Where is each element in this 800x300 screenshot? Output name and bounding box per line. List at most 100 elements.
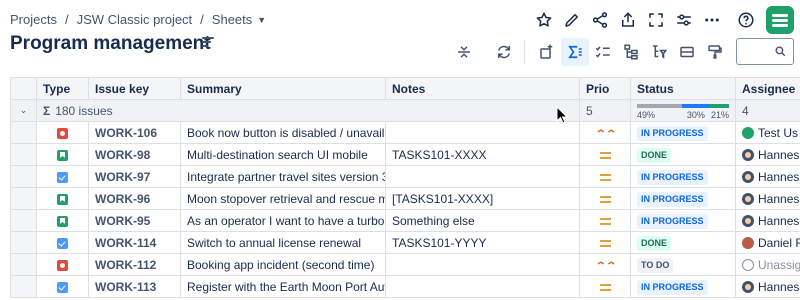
issue-key[interactable]: WORK-95 <box>88 209 181 232</box>
notes-cell[interactable]: TASKS101-YYYY <box>385 231 580 254</box>
fullscreen-icon[interactable] <box>642 6 670 34</box>
type-cell[interactable] <box>36 187 89 210</box>
breadcrumb-projects[interactable]: Projects <box>10 12 57 27</box>
summary-cell[interactable]: Book now button is disabled / unavaila <box>180 121 386 144</box>
column-header-issue-key[interactable]: Issue key <box>88 77 181 100</box>
type-cell[interactable] <box>36 165 89 188</box>
assignee-cell[interactable]: Test Us <box>735 121 800 144</box>
summary-cell[interactable]: As an operator I want to have a turbo <box>180 209 386 232</box>
prio-cell[interactable] <box>579 165 631 188</box>
notes-cell[interactable] <box>385 121 580 144</box>
hierarchy-icon[interactable] <box>617 38 645 66</box>
checklist-icon[interactable] <box>589 38 617 66</box>
summary-cell[interactable]: Register with the Earth Moon Port Aut <box>180 275 386 298</box>
app-logo-icon[interactable] <box>766 6 794 34</box>
export-icon[interactable] <box>614 6 642 34</box>
table-row[interactable]: WORK-98 Multi-destination search UI mobil… <box>10 143 800 166</box>
column-header-status[interactable]: Status <box>630 77 736 100</box>
breadcrumb-project[interactable]: JSW Classic project <box>77 12 193 27</box>
type-cell[interactable] <box>36 231 89 254</box>
notes-cell[interactable]: [TASKS101-XXXX] <box>385 187 580 210</box>
prio-cell[interactable] <box>579 187 631 210</box>
status-cell[interactable]: IN PROGRESS <box>630 165 736 188</box>
status-cell[interactable]: DONE <box>630 143 736 166</box>
row-gutter[interactable] <box>10 143 37 166</box>
notes-cell[interactable] <box>385 275 580 298</box>
help-icon[interactable] <box>732 6 760 34</box>
assignee-cell[interactable]: Hannes <box>735 165 800 188</box>
chevron-down-icon[interactable]: ⌄ <box>10 99 37 122</box>
table-row[interactable]: WORK-96 Moon stopover retrieval and rescu… <box>10 187 800 210</box>
notes-cell[interactable]: TASKS101-XXXX <box>385 143 580 166</box>
collapse-rows-icon[interactable] <box>450 38 478 66</box>
row-gutter[interactable] <box>10 165 37 188</box>
rows-icon[interactable] <box>673 38 701 66</box>
sum-icon[interactable] <box>561 38 589 66</box>
breadcrumb-sheets[interactable]: Sheets <box>212 12 252 27</box>
search-input[interactable] <box>736 38 794 65</box>
type-cell[interactable] <box>36 143 89 166</box>
hierarchy-filter-icon[interactable] <box>645 38 673 66</box>
group-row[interactable]: ⌄ Σ 180 issues 5 49% 30% 21% 4 <box>10 99 800 122</box>
title-menu-icon[interactable] <box>202 37 214 49</box>
column-header-assignee[interactable]: Assignee <box>735 77 800 100</box>
settings-sliders-icon[interactable] <box>670 6 698 34</box>
table-row[interactable]: WORK-106 Book now button is disabled / un… <box>10 121 800 144</box>
edit-icon[interactable] <box>558 6 586 34</box>
assignee-cell[interactable]: Hannes <box>735 209 800 232</box>
summary-cell[interactable]: Integrate partner travel sites version 3 <box>180 165 386 188</box>
chevron-down-icon[interactable]: ▼ <box>257 15 266 25</box>
issue-key[interactable]: WORK-114 <box>88 231 181 254</box>
column-header-type[interactable]: Type <box>36 77 89 100</box>
status-cell[interactable]: DONE <box>630 231 736 254</box>
share-icon[interactable] <box>586 6 614 34</box>
status-cell[interactable]: IN PROGRESS <box>630 187 736 210</box>
format-painter-icon[interactable] <box>701 38 729 66</box>
summary-cell[interactable]: Multi-destination search UI mobile <box>180 143 386 166</box>
prio-cell[interactable]: ⌃⌃ <box>579 253 631 276</box>
type-cell[interactable] <box>36 209 89 232</box>
status-cell[interactable]: IN PROGRESS <box>630 209 736 232</box>
star-icon[interactable] <box>530 6 558 34</box>
issue-key[interactable]: WORK-96 <box>88 187 181 210</box>
row-gutter[interactable] <box>10 275 37 298</box>
more-icon[interactable] <box>698 6 726 34</box>
column-header-notes[interactable]: Notes <box>385 77 580 100</box>
summary-cell[interactable]: Moon stopover retrieval and rescue mi <box>180 187 386 210</box>
table-row[interactable]: WORK-113 Register with the Earth Moon Por… <box>10 275 800 298</box>
prio-cell[interactable] <box>579 275 631 298</box>
prio-cell[interactable] <box>579 231 631 254</box>
prio-cell[interactable] <box>579 143 631 166</box>
issue-key[interactable]: WORK-113 <box>88 275 181 298</box>
status-cell[interactable]: TO DO <box>630 253 736 276</box>
summary-cell[interactable]: Booking app incident (second time) <box>180 253 386 276</box>
row-gutter[interactable] <box>10 231 37 254</box>
notes-cell[interactable]: Something else <box>385 209 580 232</box>
issue-key[interactable]: WORK-97 <box>88 165 181 188</box>
type-cell[interactable] <box>36 121 89 144</box>
assignee-cell[interactable]: Daniel F <box>735 231 800 254</box>
table-row[interactable]: WORK-97 Integrate partner travel sites ve… <box>10 165 800 188</box>
notes-cell[interactable] <box>385 165 580 188</box>
column-header-prio[interactable]: Prio <box>579 77 631 100</box>
status-cell[interactable]: IN PROGRESS <box>630 121 736 144</box>
table-row[interactable]: WORK-95 As an operator I want to have a t… <box>10 209 800 232</box>
prio-cell[interactable]: ⌃⌃ <box>579 121 631 144</box>
row-gutter[interactable] <box>10 121 37 144</box>
assignee-cell[interactable]: Unassig <box>735 253 800 276</box>
prio-cell[interactable] <box>579 209 631 232</box>
assignee-cell[interactable]: Hannes <box>735 187 800 210</box>
table-row[interactable]: WORK-114 Switch to annual license renewal… <box>10 231 800 254</box>
issue-key[interactable]: WORK-112 <box>88 253 181 276</box>
assignee-cell[interactable]: Hannes <box>735 275 800 298</box>
table-row[interactable]: WORK-112 Booking app incident (second tim… <box>10 253 800 276</box>
row-gutter[interactable] <box>10 187 37 210</box>
issue-key[interactable]: WORK-98 <box>88 143 181 166</box>
summary-cell[interactable]: Switch to annual license renewal <box>180 231 386 254</box>
type-cell[interactable] <box>36 253 89 276</box>
type-cell[interactable] <box>36 275 89 298</box>
row-gutter[interactable] <box>10 209 37 232</box>
issue-key[interactable]: WORK-106 <box>88 121 181 144</box>
status-cell[interactable]: IN PROGRESS <box>630 275 736 298</box>
refresh-icon[interactable] <box>490 38 518 66</box>
